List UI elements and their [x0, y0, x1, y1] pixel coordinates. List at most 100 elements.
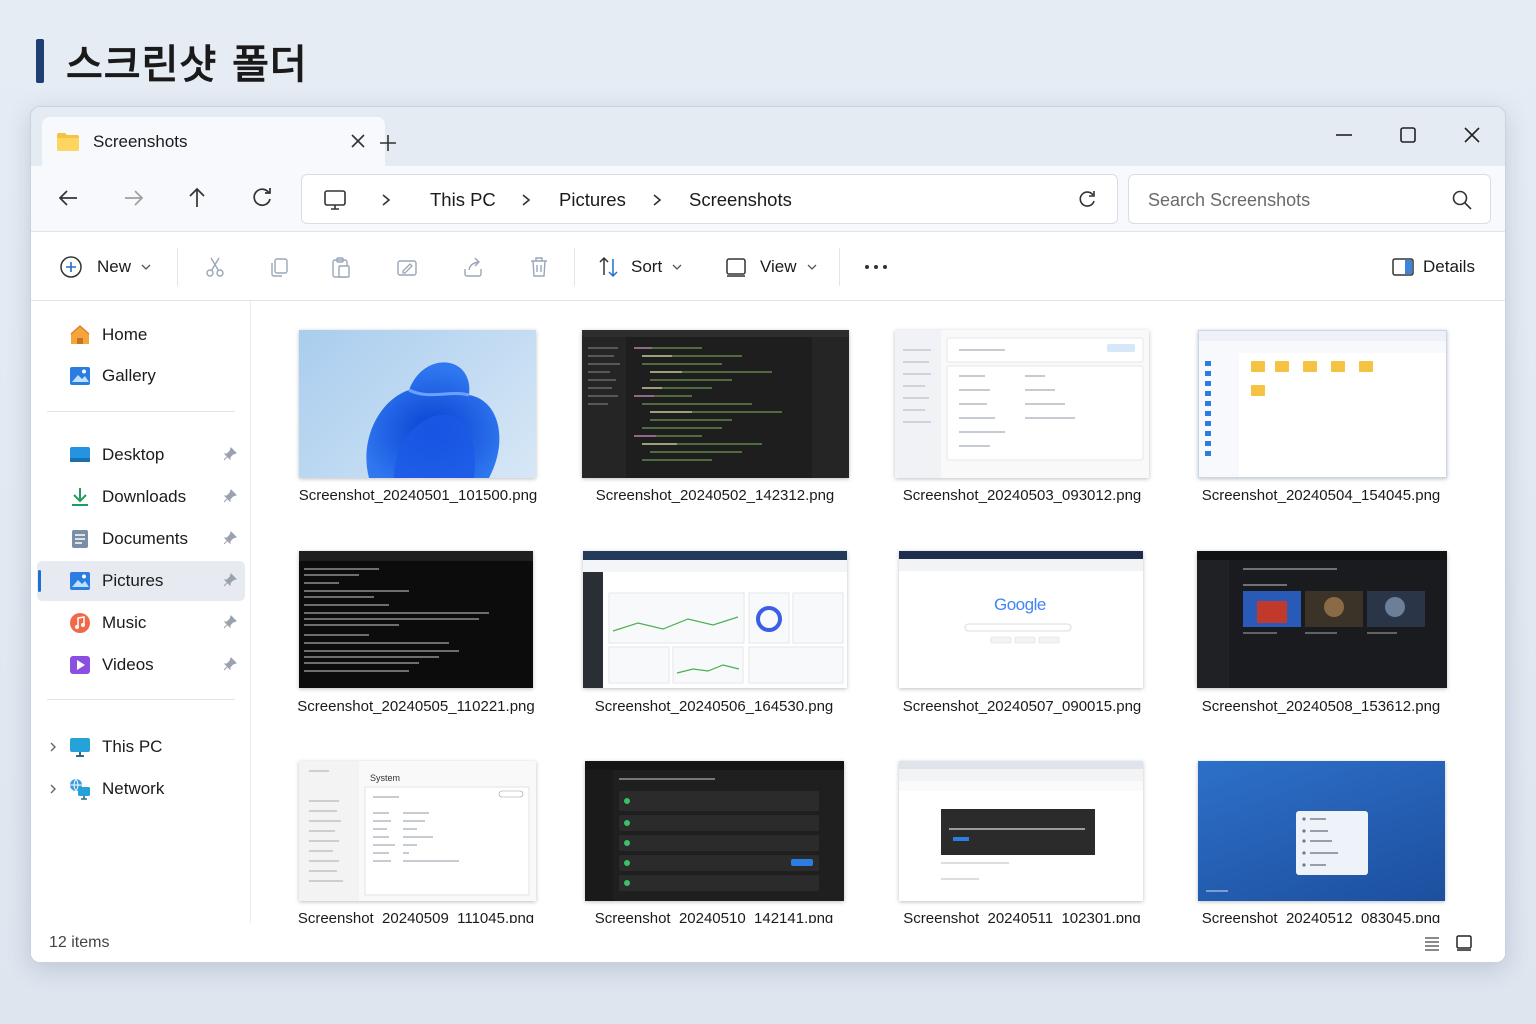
up-arrow-icon[interactable]: [181, 182, 213, 214]
file-name[interactable]: Screenshot_20240506_164530.png: [574, 698, 854, 715]
sidebar-item-label: Pictures: [102, 571, 164, 590]
file-grid: Screenshot_20240501_101500.png Screensho…: [252, 301, 1505, 927]
file-thumbnail[interactable]: [1198, 330, 1447, 478]
file-name[interactable]: Screenshot_20240503_093012.png: [882, 487, 1162, 504]
file-name[interactable]: Screenshot_20240507_090015.png: [882, 698, 1162, 715]
file-thumbnail[interactable]: [585, 761, 844, 901]
command-bar: New Sort View Details: [31, 232, 1505, 301]
file-name[interactable]: Screenshot_20240508_153612.png: [1181, 698, 1461, 715]
file-thumbnail[interactable]: Google: [899, 551, 1143, 688]
pin-icon[interactable]: [223, 615, 237, 634]
file-thumbnail[interactable]: [1198, 761, 1445, 901]
chevron-right-icon[interactable]: [47, 740, 59, 759]
chevron-right-icon[interactable]: [649, 191, 665, 214]
new-label: New: [97, 256, 132, 276]
sidebar-item-gallery[interactable]: Gallery: [37, 356, 245, 396]
file-thumbnail[interactable]: [899, 761, 1143, 901]
download-icon: [69, 486, 91, 508]
folder-icon: [56, 132, 80, 157]
pin-icon[interactable]: [223, 657, 237, 676]
sidebar-item-music[interactable]: Music: [37, 603, 245, 643]
home-icon: [69, 324, 91, 346]
sidebar-item-label: Desktop: [102, 445, 165, 464]
breadcrumb-this-pc[interactable]: This PC: [430, 189, 496, 211]
file-thumbnail[interactable]: [895, 330, 1149, 478]
chevron-down-icon: [807, 264, 817, 270]
sidebar-item-downloads[interactable]: Downloads: [37, 477, 245, 517]
sort-icon: [599, 256, 618, 277]
file-thumbnail[interactable]: [1197, 551, 1447, 688]
share-button[interactable]: [461, 232, 485, 301]
sidebar-item-desktop[interactable]: Desktop: [37, 435, 245, 475]
breadcrumb-screenshots[interactable]: Screenshots: [689, 189, 792, 211]
delete-button[interactable]: [527, 232, 551, 301]
back-arrow-icon[interactable]: [53, 182, 85, 214]
details-view-icon[interactable]: [1423, 934, 1441, 957]
item-count: 12 items: [49, 934, 110, 951]
page-title: 스크린샷 폴더: [66, 42, 308, 88]
more-dots-icon: [865, 264, 887, 269]
address-bar[interactable]: This PC Pictures Screenshots: [301, 174, 1118, 224]
file-thumbnail[interactable]: System: [299, 761, 536, 901]
rename-button[interactable]: [395, 232, 419, 301]
file-thumbnail[interactable]: [583, 551, 847, 688]
music-icon: [69, 612, 91, 634]
file-thumbnail[interactable]: [582, 330, 849, 478]
new-tab-button[interactable]: [374, 129, 402, 157]
search-icon[interactable]: [1451, 189, 1473, 216]
monitor-icon[interactable]: [323, 188, 347, 217]
new-button[interactable]: New: [59, 232, 153, 301]
pin-icon[interactable]: [223, 447, 237, 466]
maximize-button[interactable]: [1388, 115, 1428, 155]
search-input[interactable]: Search Screenshots: [1148, 190, 1310, 211]
file-explorer-window: Screenshots This PC Pictures Screenshots…: [30, 106, 1506, 963]
more-options-button[interactable]: [863, 232, 889, 301]
paste-button[interactable]: [329, 232, 353, 301]
refresh-icon[interactable]: [246, 182, 278, 214]
breadcrumb-pictures[interactable]: Pictures: [559, 189, 626, 211]
system-heading: System: [370, 773, 401, 783]
browser-google-preview: [899, 551, 1143, 644]
tab-label: Screenshots: [93, 132, 188, 151]
chevron-right-icon[interactable]: [47, 782, 59, 801]
cut-button[interactable]: [203, 232, 227, 301]
sidebar-item-label: Network: [102, 779, 165, 798]
rename-icon: [397, 259, 417, 276]
sidebar-item-home[interactable]: Home: [37, 315, 245, 355]
file-thumbnail[interactable]: [299, 330, 536, 478]
pin-icon[interactable]: [223, 573, 237, 592]
close-tab-icon[interactable]: [347, 130, 369, 152]
view-button[interactable]: View: [724, 232, 819, 301]
copy-button[interactable]: [267, 232, 291, 301]
pin-icon[interactable]: [223, 489, 237, 508]
system-settings-preview: [299, 761, 530, 901]
search-box[interactable]: Search Screenshots: [1128, 174, 1491, 224]
file-name[interactable]: Screenshot_20240502_142312.png: [575, 487, 855, 504]
close-window-button[interactable]: [1452, 115, 1492, 155]
chevron-right-icon[interactable]: [518, 191, 534, 214]
details-pane-button[interactable]: Details: [1391, 232, 1475, 301]
file-name[interactable]: Screenshot_20240504_154045.png: [1181, 487, 1461, 504]
network-icon: [69, 778, 91, 800]
file-thumbnail[interactable]: [299, 551, 533, 688]
forward-arrow-icon[interactable]: [117, 182, 149, 214]
this-pc-icon: [69, 736, 91, 758]
minimize-button[interactable]: [1324, 115, 1364, 155]
refresh-icon[interactable]: [1075, 188, 1099, 217]
file-name[interactable]: Screenshot_20240501_101500.png: [278, 487, 558, 504]
sidebar-item-videos[interactable]: Videos: [37, 645, 245, 685]
windows-bloom-preview: [366, 362, 500, 478]
sidebar-item-this-pc[interactable]: This PC: [37, 727, 245, 767]
view-icon: [726, 257, 746, 277]
share-icon: [464, 257, 482, 277]
sidebar-item-documents[interactable]: Documents: [37, 519, 245, 559]
pin-icon[interactable]: [223, 531, 237, 550]
browser-page-preview: [899, 761, 1143, 880]
chevron-right-icon[interactable]: [378, 191, 394, 214]
sidebar-item-pictures[interactable]: Pictures: [37, 561, 245, 601]
file-name[interactable]: Screenshot_20240505_110221.png: [276, 698, 556, 715]
tab-screenshots[interactable]: Screenshots: [42, 117, 385, 167]
sidebar-item-network[interactable]: Network: [37, 769, 245, 809]
large-icons-view-icon[interactable]: [1455, 934, 1473, 957]
sort-button[interactable]: Sort: [597, 232, 684, 301]
